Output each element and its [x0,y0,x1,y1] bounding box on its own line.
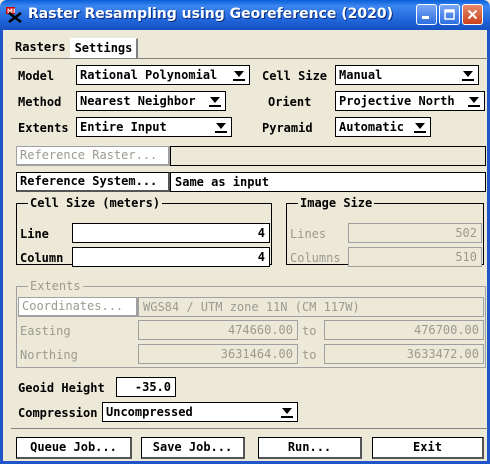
coordinates-field: WGS84 / UTM zone 11N (CM 117W) [138,297,484,317]
northing-label: Northing [20,348,78,362]
easting-to-field: 476700.00 [324,320,484,340]
queue-job-button[interactable]: Queue Job... [16,437,132,459]
model-value: Rational Polynomial [80,68,218,82]
coordinates-button[interactable]: Coordinates... [18,297,138,317]
pyramid-value: Automatic [339,120,405,134]
geoid-height-field[interactable]: -35.0 [116,377,176,397]
columns-label: Columns [290,251,341,265]
tab-rasters[interactable]: Rasters [11,38,70,58]
tab-settings[interactable]: Settings [69,38,139,58]
line-cell-size-field[interactable]: 4 [72,223,270,243]
tab-divider [11,58,488,59]
maximize-button[interactable] [439,4,460,25]
tab-strip: Rasters Settings [11,38,139,58]
northing-from-field: 3631464.00 [138,344,298,364]
extents-value: Entire Input [80,120,167,134]
compression-value: Uncompressed [106,405,193,419]
reference-system-field: Same as input [170,172,486,192]
orient-label: Orient [268,95,312,109]
mi-app-icon: MI [6,7,22,23]
easting-label: Easting [20,324,71,338]
maximize-icon [444,9,455,20]
cell-size-value: Manual [339,68,383,82]
extents-dropdown[interactable]: Entire Input [76,117,232,137]
chevron-down-icon [233,69,246,81]
northing-to-label: to [302,348,317,362]
compression-label: Compression [18,406,98,420]
cell-size-dropdown[interactable]: Manual [335,65,479,85]
run-button[interactable]: Run... [258,437,362,459]
image-size-group-title: Image Size [298,196,375,210]
reference-raster-field [170,146,486,166]
chevron-down-icon [468,95,481,107]
cell-size-label: Cell Size [262,69,328,83]
window-title: Raster Resampling using Georeference (20… [28,6,393,22]
easting-to-label: to [302,324,317,338]
orient-dropdown[interactable]: Projective North [335,91,485,111]
chevron-down-icon [209,95,222,107]
save-job-button[interactable]: Save Job... [141,437,245,459]
extents-group-title: Extents [28,279,83,293]
title-bar[interactable]: MI Raster Resampling using Georeference … [0,0,490,30]
lines-field: 502 [348,223,482,243]
chevron-down-icon [414,121,427,133]
northing-to-field: 3633472.00 [324,344,484,364]
cell-size-group-title: Cell Size (meters) [28,196,163,210]
chevron-down-icon [215,121,228,133]
close-button[interactable] [462,4,483,25]
column-cell-size-field[interactable]: 4 [72,247,270,267]
close-icon [467,9,478,20]
method-value: Nearest Neighbor [80,94,196,108]
pyramid-label: Pyramid [262,121,313,135]
lines-label: Lines [290,227,327,241]
reference-raster-button[interactable]: Reference Raster... [16,146,170,166]
minimize-icon [422,16,429,19]
column-label: Column [20,251,64,265]
chevron-down-icon [462,69,475,81]
compression-dropdown[interactable]: Uncompressed [102,402,298,422]
geoid-height-label: Geoid Height [18,381,105,395]
chevron-down-icon [281,406,294,418]
extents-label: Extents [18,121,69,135]
columns-field: 510 [348,247,482,267]
exit-button[interactable]: Exit [372,437,484,459]
reference-system-button[interactable]: Reference System... [16,172,170,192]
model-dropdown[interactable]: Rational Polynomial [76,65,250,85]
bottom-separator [11,428,488,429]
method-dropdown[interactable]: Nearest Neighbor [76,91,226,111]
easting-from-field: 474660.00 [138,320,298,340]
orient-value: Projective North [339,94,455,108]
model-label: Model [18,69,55,83]
pyramid-dropdown[interactable]: Automatic [335,117,431,137]
method-label: Method [18,95,62,109]
minimize-button[interactable] [416,4,437,25]
line-label: Line [20,227,49,241]
